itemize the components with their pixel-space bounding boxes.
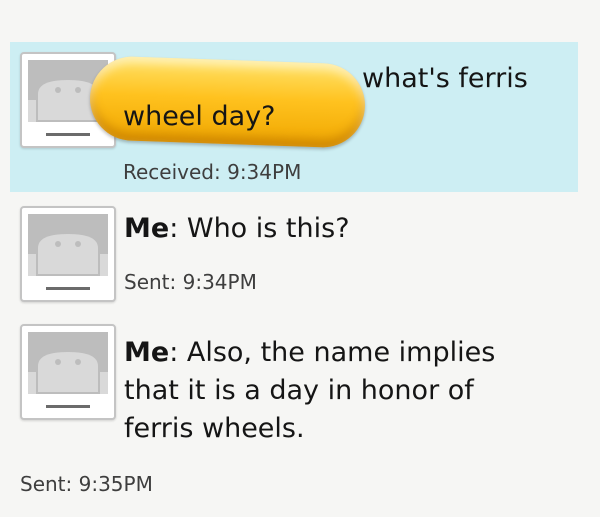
message-text: Me: Who is this? [124,213,350,244]
message-received[interactable]: what's ferris wheel day? Received: 9:34P… [10,42,578,192]
sender-name: Me [124,213,170,244]
message-timestamp: Sent: 9:35PM [20,472,153,496]
message-text: what's ferris [362,63,528,94]
avatar-bar [46,405,90,408]
message-text-continued: ferris wheels. [124,413,305,444]
avatar-bar [46,133,90,136]
message-timestamp: Received: 9:34PM [123,160,302,184]
message-sent[interactable]: Me: Who is this? Sent: 9:34PM [0,200,600,310]
contact-avatar[interactable] [20,206,116,302]
message-sent[interactable]: Me: Also, the name implies that it is a … [0,318,600,508]
android-avatar-icon [28,332,108,394]
message-text-continued: wheel day? [123,101,276,132]
avatar-bar [46,287,90,290]
contact-avatar[interactable] [20,324,116,420]
android-avatar-icon [28,214,108,276]
message-timestamp: Sent: 9:34PM [124,270,257,294]
sender-name: Me [124,337,170,368]
message-text-continued: that it is a day in honor of [124,375,474,406]
message-text: Me: Also, the name implies [124,337,496,368]
